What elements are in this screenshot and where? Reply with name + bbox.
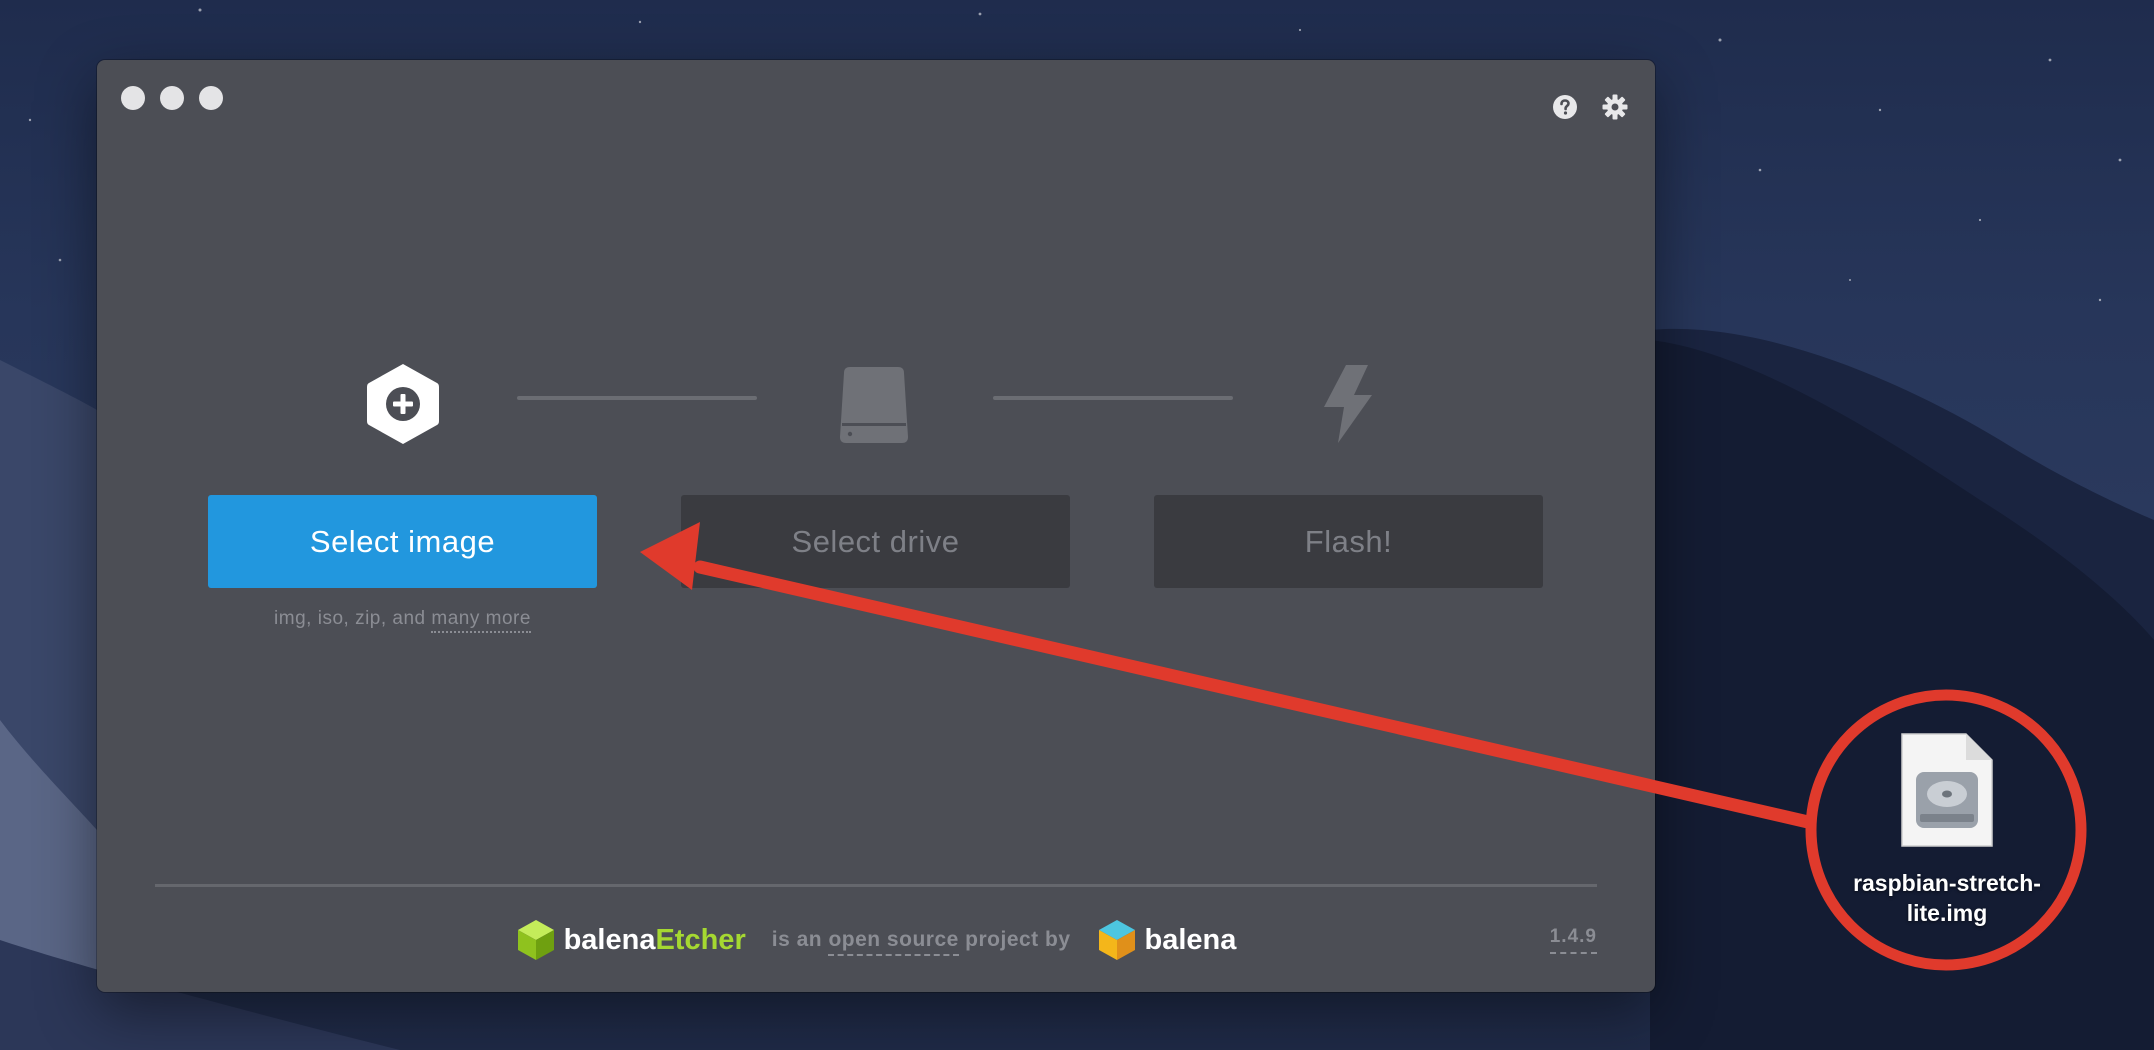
- tagline-suffix: project by: [965, 928, 1071, 951]
- window-top-icons: [1551, 93, 1629, 121]
- step-connector-2: [993, 396, 1233, 400]
- file-label-line2: lite.img: [1906, 900, 1988, 926]
- version-label[interactable]: 1.4.9: [1549, 926, 1597, 954]
- brand-suffix: Etcher: [655, 923, 746, 956]
- window-traffic-lights: [121, 86, 223, 110]
- balena-cube-icon: [1098, 920, 1135, 960]
- etcher-window: Select image Select drive Flash! img, is…: [97, 60, 1655, 992]
- maximize-window-button[interactable]: [199, 86, 223, 110]
- flash-button[interactable]: Flash!: [1154, 495, 1543, 588]
- footer-divider: [155, 884, 1597, 887]
- formats-text: img, iso, zip, and: [274, 608, 426, 629]
- etcher-cube-icon: [517, 920, 554, 960]
- brand-prefix: balena: [563, 923, 656, 956]
- minimize-window-button[interactable]: [160, 86, 184, 110]
- open-source-link[interactable]: open source: [828, 928, 959, 956]
- step-connector-1: [517, 396, 757, 400]
- disk-image-file-icon[interactable]: [1900, 732, 1994, 848]
- select-image-button[interactable]: Select image: [208, 495, 597, 588]
- balena-logo-link[interactable]: balena: [1097, 918, 1237, 962]
- supported-formats-hint: img, iso, zip, and many more: [208, 608, 597, 633]
- close-window-button[interactable]: [121, 86, 145, 110]
- step-flash-icon-wrap: [1298, 356, 1394, 452]
- file-label-line1: raspbian-stretch-: [1853, 870, 2041, 896]
- plus-hexagon-icon: [367, 364, 439, 444]
- footer-tagline: is an open source project by: [771, 928, 1071, 956]
- many-more-link[interactable]: many more: [431, 608, 531, 633]
- desktop-file-label[interactable]: raspbian-stretch- lite.img: [1832, 868, 2062, 928]
- lightning-bolt-icon: [1324, 365, 1372, 443]
- footer: balenaEtcher is an open source project b…: [97, 918, 1655, 962]
- settings-gear-icon[interactable]: [1601, 93, 1629, 121]
- step-image-icon-wrap: [355, 356, 451, 452]
- help-icon[interactable]: [1551, 93, 1579, 121]
- company-name: balena: [1144, 923, 1237, 956]
- tagline-prefix: is an: [771, 928, 823, 951]
- drive-icon: [840, 367, 908, 443]
- select-drive-button[interactable]: Select drive: [681, 495, 1070, 588]
- step-drive-icon-wrap: [826, 356, 922, 452]
- balena-etcher-logo-link[interactable]: balenaEtcher: [516, 918, 746, 962]
